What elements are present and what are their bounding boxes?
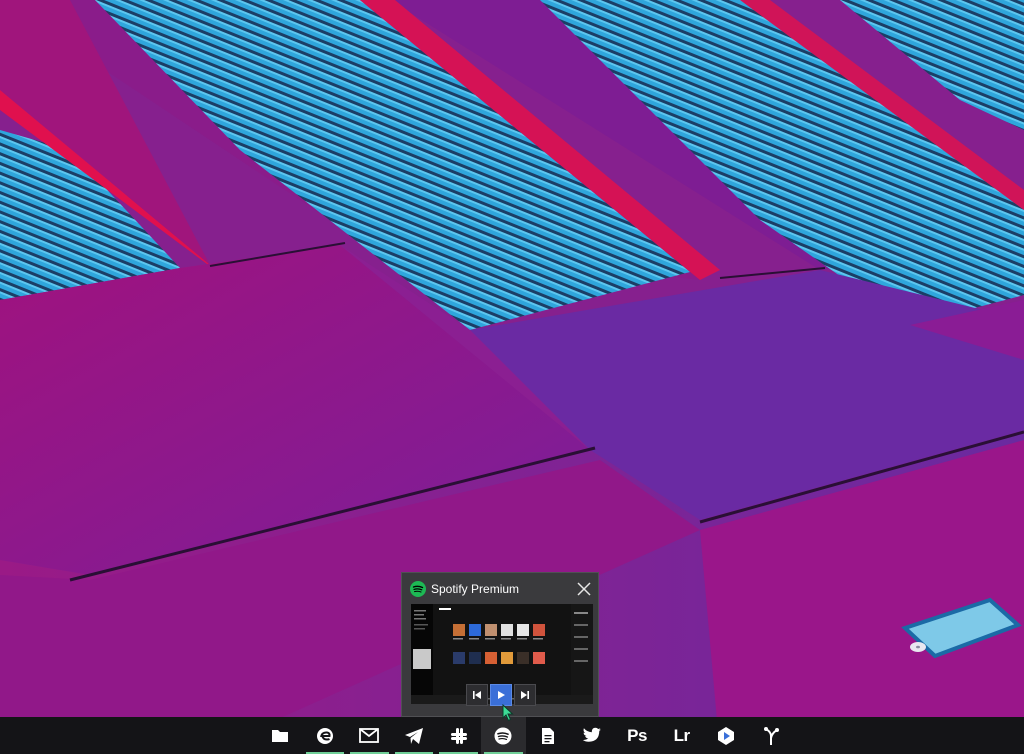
taskbar-mail[interactable]: [347, 717, 392, 754]
play-icon: [498, 691, 505, 699]
taskbar-lightroom[interactable]: Lr: [659, 717, 704, 754]
previous-track-button[interactable]: [466, 684, 488, 706]
taskbar-file-explorer[interactable]: [258, 717, 303, 754]
taskbar-app-11[interactable]: [704, 717, 749, 754]
taskbar-twitter[interactable]: [570, 717, 615, 754]
desktop: Spotify Premium Ps Lr: [0, 0, 1024, 754]
media-controls: [466, 684, 536, 706]
next-track-button[interactable]: [514, 684, 536, 706]
taskbar-slack[interactable]: [436, 717, 481, 754]
branch-app-icon: [763, 726, 779, 745]
photoshop-icon: Ps: [627, 725, 647, 745]
taskbar-edge[interactable]: [303, 717, 348, 754]
document-icon: [541, 727, 554, 744]
diamond-app-icon: [718, 726, 735, 745]
telegram-icon: [405, 727, 424, 744]
taskbar-photoshop[interactable]: Ps: [615, 717, 660, 754]
taskbar-notes[interactable]: [526, 717, 571, 754]
disc-icon: [910, 642, 926, 652]
thumbnail-title: Spotify Premium: [431, 582, 520, 596]
taskbar-pinned-apps: Ps Lr: [258, 717, 793, 754]
taskbar: Ps Lr: [0, 717, 1024, 754]
previous-track-icon: [473, 691, 481, 699]
slack-icon: [450, 727, 467, 744]
mail-icon: [359, 728, 380, 743]
play-button[interactable]: [490, 684, 512, 706]
folder-icon: [272, 730, 289, 742]
mouse-cursor: [502, 704, 514, 722]
taskbar-app-12[interactable]: [749, 717, 794, 754]
spotify-icon: [494, 727, 512, 744]
edge-icon: [316, 727, 333, 744]
taskbar-telegram[interactable]: [392, 717, 437, 754]
taskbar-thumbnail-popup[interactable]: Spotify Premium: [401, 572, 599, 717]
twitter-icon: [583, 727, 602, 742]
spotify-icon: [410, 581, 426, 597]
lightroom-icon: Lr: [673, 725, 691, 745]
next-track-icon: [521, 691, 529, 699]
taskbar-spotify[interactable]: [480, 717, 526, 754]
close-icon[interactable]: [575, 580, 593, 598]
